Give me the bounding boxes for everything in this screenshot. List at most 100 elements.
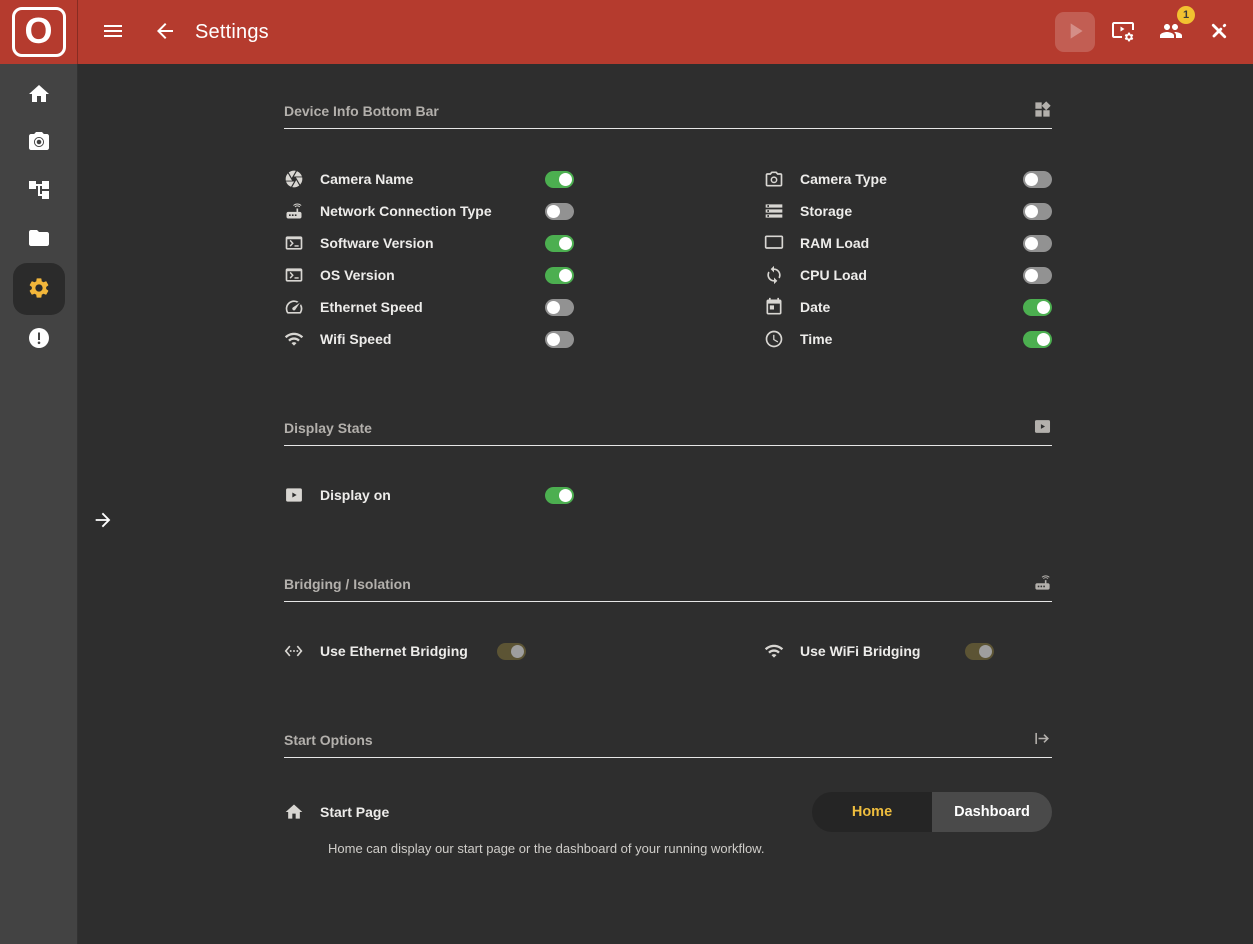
- camera-icon: [764, 169, 784, 189]
- setting-row-ethernet-bridging: Use Ethernet Bridging: [284, 635, 526, 667]
- toggle-time[interactable]: [1023, 331, 1052, 348]
- folder-icon: [27, 226, 51, 253]
- error-icon: [27, 326, 51, 353]
- section-start-options: Start Options Start Page Home Dashboard …: [284, 729, 1052, 856]
- setting-row-camera-name: Camera Name: [284, 163, 574, 195]
- setting-row-cpu-load: CPU Load: [764, 259, 1052, 291]
- setting-label: Storage: [800, 203, 852, 219]
- sidebar-item-home[interactable]: [15, 71, 63, 119]
- toggle-camera-type[interactable]: [1023, 171, 1052, 188]
- home-icon: [27, 82, 51, 109]
- setting-label: Software Version: [320, 235, 434, 251]
- display-settings-icon: [1111, 19, 1135, 46]
- photo-camera-icon: [27, 130, 51, 157]
- setting-row-time: Time: [764, 323, 1052, 355]
- setting-label: OS Version: [320, 267, 395, 283]
- toggle-wifi-bridging: [965, 643, 994, 660]
- section-header: Start Options: [284, 729, 1052, 758]
- start-page-toggle-group: Home Dashboard: [812, 792, 1052, 832]
- display-settings-button[interactable]: [1103, 12, 1143, 52]
- setting-label: CPU Load: [800, 267, 867, 283]
- toggle-network-connection-type[interactable]: [545, 203, 574, 220]
- widgets-icon: [1033, 100, 1052, 119]
- setting-row-ethernet-speed: Ethernet Speed: [284, 291, 574, 323]
- workflow-tree-icon: [27, 178, 51, 205]
- ethernet-icon: [284, 641, 304, 661]
- setting-row-storage: Storage: [764, 195, 1052, 227]
- play-icon: [1062, 18, 1088, 47]
- section-title: Device Info Bottom Bar: [284, 103, 439, 119]
- home-icon: [284, 802, 304, 822]
- edit-off-button[interactable]: [1199, 12, 1239, 52]
- toggle-ethernet-bridging: [497, 643, 526, 660]
- sidebar-item-notifications[interactable]: [15, 315, 63, 363]
- toggle-date[interactable]: [1023, 299, 1052, 316]
- expand-panel-button[interactable]: [92, 509, 114, 534]
- setting-row-network-connection-type: Network Connection Type: [284, 195, 574, 227]
- sidebar-item-files[interactable]: [15, 215, 63, 263]
- toggle-wifi-speed[interactable]: [545, 331, 574, 348]
- toggle-os-version[interactable]: [545, 267, 574, 284]
- section-bridging: Bridging / Isolation Use Ethernet Bridgi…: [284, 573, 1052, 667]
- arrow-right-icon: [92, 519, 114, 534]
- setting-label: Camera Name: [320, 171, 413, 187]
- start-page-home-option[interactable]: Home: [812, 792, 932, 832]
- ram-icon: [764, 233, 784, 253]
- toggle-camera-name[interactable]: [545, 171, 574, 188]
- speedometer-icon: [284, 297, 304, 317]
- device-info-rows: Camera Name Network Connection Type Soft…: [284, 163, 1052, 355]
- sidebar-item-workflow[interactable]: [15, 167, 63, 215]
- toggle-ram-load[interactable]: [1023, 235, 1052, 252]
- start-page-label: Start Page: [320, 804, 389, 820]
- toggle-ethernet-speed[interactable]: [545, 299, 574, 316]
- top-bar: O Settings 1: [0, 0, 1253, 64]
- logo-o-icon: O: [12, 7, 66, 57]
- setting-row-wifi-bridging: Use WiFi Bridging: [764, 635, 994, 667]
- section-header: Device Info Bottom Bar: [284, 100, 1052, 129]
- calendar-icon: [764, 297, 784, 317]
- app-logo[interactable]: O: [0, 0, 78, 64]
- sidebar-item-camera[interactable]: [15, 119, 63, 167]
- clock-icon: [764, 329, 784, 349]
- topbar-actions: 1: [1055, 12, 1253, 52]
- settings-content: Device Info Bottom Bar Camera Name Netwo…: [78, 64, 1253, 944]
- toggle-storage[interactable]: [1023, 203, 1052, 220]
- people-icon: [1159, 19, 1183, 46]
- sidebar-item-settings[interactable]: [13, 263, 65, 315]
- section-title: Display State: [284, 420, 372, 436]
- wifi-icon: [284, 329, 304, 349]
- setting-label: Ethernet Speed: [320, 299, 423, 315]
- setting-row-display-on: Display on: [284, 479, 574, 511]
- back-arrow-icon: [153, 19, 177, 46]
- terminal-icon: [284, 265, 304, 285]
- aperture-icon: [284, 169, 304, 189]
- play-button[interactable]: [1055, 12, 1095, 52]
- setting-label: Use Ethernet Bridging: [320, 643, 468, 659]
- toggle-cpu-load[interactable]: [1023, 267, 1052, 284]
- section-title: Start Options: [284, 732, 373, 748]
- wifi-icon: [764, 641, 784, 661]
- toggle-display-on[interactable]: [545, 487, 574, 504]
- setting-row-os-version: OS Version: [284, 259, 574, 291]
- sidebar: [0, 64, 78, 944]
- edit-off-icon: [1207, 19, 1231, 46]
- back-button[interactable]: [145, 12, 185, 52]
- setting-row-wifi-speed: Wifi Speed: [284, 323, 574, 355]
- users-button[interactable]: 1: [1151, 12, 1191, 52]
- notification-badge: 1: [1177, 6, 1195, 24]
- cpu-load-icon: [764, 265, 784, 285]
- smart-display-icon: [1033, 417, 1052, 436]
- section-header: Display State: [284, 417, 1052, 446]
- setting-label: Display on: [320, 487, 391, 503]
- app-window: O Settings 1: [0, 0, 1253, 944]
- start-page-description: Home can display our start page or the d…: [328, 841, 1052, 856]
- setting-label: Time: [800, 331, 832, 347]
- smart-display-icon: [284, 485, 304, 505]
- toggle-software-version[interactable]: [545, 235, 574, 252]
- section-title: Bridging / Isolation: [284, 576, 411, 592]
- hamburger-icon: [101, 19, 125, 46]
- setting-label: Date: [800, 299, 830, 315]
- menu-button[interactable]: [93, 12, 133, 52]
- start-page-dashboard-option[interactable]: Dashboard: [932, 792, 1052, 832]
- gear-icon: [27, 276, 51, 303]
